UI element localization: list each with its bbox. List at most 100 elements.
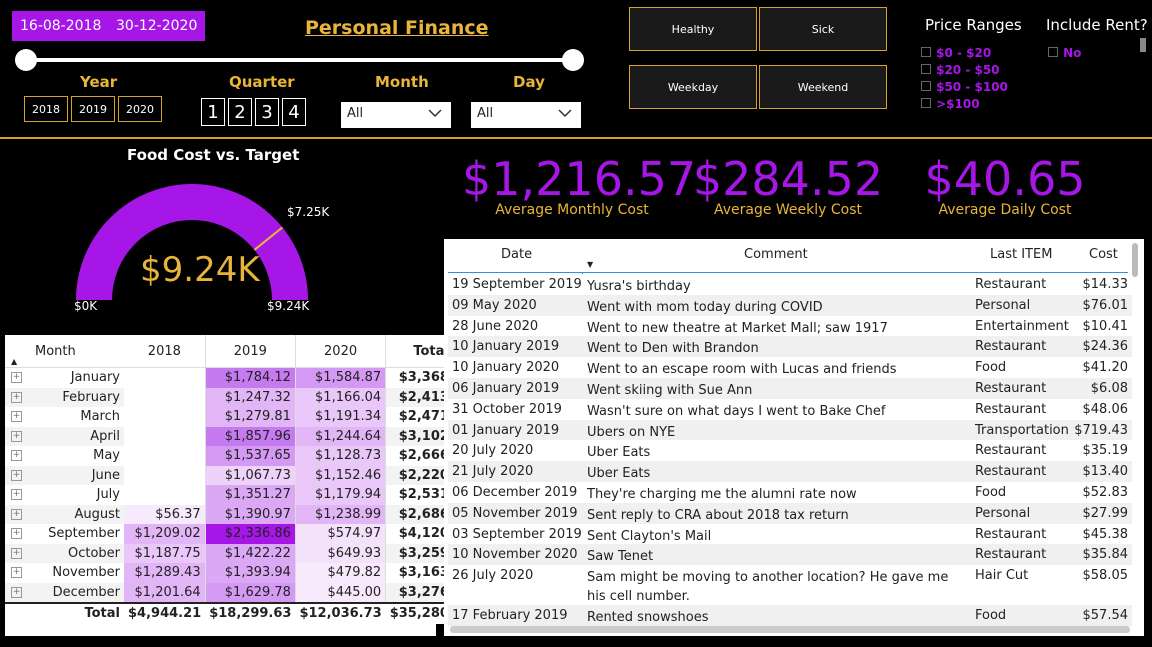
matrix-month-cell[interactable]: + June: [5, 466, 124, 486]
quarter-button-4[interactable]: 4: [282, 98, 306, 126]
matrix-row: + August $56.37 $1,390.97 $1,238.99 $2,686.33: [5, 504, 476, 525]
checkbox[interactable]: [921, 64, 931, 74]
include-rent-option[interactable]: No: [1048, 42, 1081, 61]
weekday-button[interactable]: Weekday: [629, 65, 757, 109]
table-row[interactable]: 20 July 2020 Uber Eats Restaurant $35.19: [448, 440, 1132, 462]
matrix-month-cell[interactable]: + March: [5, 407, 124, 427]
table-row[interactable]: 10 January 2020 Went to an escape room wi…: [448, 357, 1132, 378]
month-label: October: [67, 545, 120, 561]
sick-button[interactable]: Sick: [759, 7, 887, 51]
day-dropdown[interactable]: All: [471, 102, 581, 128]
expand-icon[interactable]: +: [11, 489, 22, 501]
table-header-cost[interactable]: Cost: [1089, 247, 1118, 262]
table-row[interactable]: 17 February 2019 Rented snowshoes Food $57.…: [448, 605, 1132, 626]
vertical-scrollbar[interactable]: [1132, 243, 1138, 277]
table-row[interactable]: 10 November 2020 Saw Tenet Restaurant $35.8…: [448, 544, 1132, 566]
year-button-2019[interactable]: 2019: [71, 96, 115, 122]
table-row[interactable]: 28 June 2020 Went to new theatre at Marke…: [448, 315, 1132, 337]
price-range-item[interactable]: $20 - $50: [921, 59, 1008, 77]
sort-icon[interactable]: ▲: [11, 357, 17, 366]
matrix-cell-2020: $1,166.04: [295, 387, 387, 407]
scrollbar[interactable]: [1140, 38, 1146, 52]
sort-desc-icon[interactable]: ▼: [587, 260, 593, 269]
transactions-table: Date Comment Last ITEM Cost ▼ 19 Septemb…: [444, 239, 1144, 636]
matrix-month-cell[interactable]: + February: [5, 388, 124, 408]
table-row[interactable]: 01 January 2019 Ubers on NYE Transportatio…: [448, 419, 1132, 441]
expand-icon[interactable]: +: [11, 547, 22, 559]
matrix-month-cell[interactable]: + October: [5, 544, 124, 564]
matrix-header-2019[interactable]: 2019: [205, 335, 296, 368]
date-cell: 31 October 2019: [452, 401, 562, 417]
table-row[interactable]: 21 July 2020 Uber Eats Restaurant $13.40: [448, 461, 1132, 482]
quarter-button-2[interactable]: 2: [228, 98, 252, 126]
table-row[interactable]: 09 May 2020 Went with mom today during CO…: [448, 294, 1132, 316]
quarter-button-1[interactable]: 1: [201, 98, 225, 126]
expand-icon[interactable]: +: [11, 372, 22, 384]
matrix-month-cell[interactable]: + December: [5, 583, 124, 604]
kpi-value: $40.65: [924, 152, 1086, 206]
quarter-button-3[interactable]: 3: [255, 98, 279, 126]
date-slider-end-handle[interactable]: [562, 49, 584, 71]
checkbox[interactable]: [921, 47, 931, 57]
price-range-item[interactable]: $50 - $100: [921, 76, 1008, 94]
table-row[interactable]: 06 December 2019 They're charging me the …: [448, 481, 1132, 503]
item-cell: Restaurant: [975, 443, 1047, 459]
year-button-2018[interactable]: 2018: [24, 96, 68, 122]
kpi-label: Average Daily Cost: [938, 202, 1072, 218]
date-slider-track[interactable]: [26, 58, 574, 62]
matrix-month-cell[interactable]: + January: [5, 368, 124, 388]
cost-cell: $57.54: [1082, 608, 1129, 624]
healthy-button[interactable]: Healthy: [629, 7, 757, 51]
month-label: August: [74, 506, 121, 522]
table-row[interactable]: 03 September 2019 Sent Clayton's Mail Rest…: [448, 523, 1132, 545]
matrix-total-2020: $12,036.73: [299, 606, 382, 622]
price-range-item[interactable]: >$100: [921, 93, 1008, 111]
date-cell: 06 January 2019: [452, 380, 560, 396]
weekend-button[interactable]: Weekend: [759, 65, 887, 109]
checkbox[interactable]: [921, 81, 931, 91]
matrix-row: + March $1,279.81 $1,191.34 $2,471.15: [5, 407, 476, 427]
table-row[interactable]: 19 September 2019 Yusra's birthday Restaur…: [448, 274, 1132, 295]
matrix-month-cell[interactable]: + April: [5, 427, 124, 447]
year-buttons: 2018 2019 2020: [24, 96, 162, 122]
horizontal-scrollbar[interactable]: [450, 626, 1130, 633]
matrix-month-cell[interactable]: + September: [5, 524, 124, 544]
table-row[interactable]: 31 October 2019 Wasn't sure on what days …: [448, 398, 1132, 420]
price-range-item[interactable]: $0 - $20: [921, 42, 1008, 60]
expand-icon[interactable]: +: [11, 391, 22, 403]
matrix-header-month[interactable]: Month ▲: [5, 335, 124, 368]
matrix-month-cell[interactable]: + August: [5, 505, 124, 525]
matrix-header-2018[interactable]: 2018: [124, 335, 206, 368]
end-date-box[interactable]: 30-12-2020: [108, 11, 206, 41]
matrix-cell-2020: $1,191.34: [295, 407, 387, 427]
expand-icon[interactable]: +: [11, 586, 22, 598]
month-label: January: [70, 370, 120, 386]
expand-icon[interactable]: +: [11, 450, 22, 462]
start-date-box[interactable]: 16-08-2018: [12, 11, 110, 41]
table-row[interactable]: 26 July 2020 Sam might be moving to anoth…: [448, 565, 1132, 606]
matrix-month-cell[interactable]: + May: [5, 446, 124, 466]
table-header-comment[interactable]: Comment: [744, 247, 808, 262]
expand-icon[interactable]: +: [11, 469, 22, 481]
checkbox[interactable]: [1048, 47, 1058, 57]
table-header-item[interactable]: Last ITEM: [990, 247, 1052, 262]
expand-icon[interactable]: +: [11, 528, 22, 540]
table-header-date[interactable]: Date: [501, 247, 532, 262]
matrix-month-cell[interactable]: + July: [5, 485, 124, 505]
expand-icon[interactable]: +: [11, 508, 22, 520]
checkbox[interactable]: [921, 98, 931, 108]
expand-icon[interactable]: +: [11, 411, 22, 423]
expand-icon[interactable]: +: [11, 430, 22, 442]
matrix-header-2020[interactable]: 2020: [295, 335, 387, 368]
table-row[interactable]: 05 November 2019 Sent reply to CRA about …: [448, 502, 1132, 524]
date-slider-start-handle[interactable]: [15, 49, 37, 71]
table-row[interactable]: 10 January 2019 Went to Den with Brandon R…: [448, 336, 1132, 358]
matrix-month-cell[interactable]: + November: [5, 563, 124, 583]
year-button-2020[interactable]: 2020: [118, 96, 162, 122]
expand-icon[interactable]: +: [11, 567, 22, 579]
table-row[interactable]: 06 January 2019 Went skiing with Sue Ann R…: [448, 377, 1132, 399]
month-label: July: [96, 487, 120, 503]
cost-cell: $41.20: [1082, 360, 1129, 376]
month-dropdown[interactable]: All: [341, 102, 451, 128]
comment-cell: Uber Eats: [587, 466, 651, 482]
